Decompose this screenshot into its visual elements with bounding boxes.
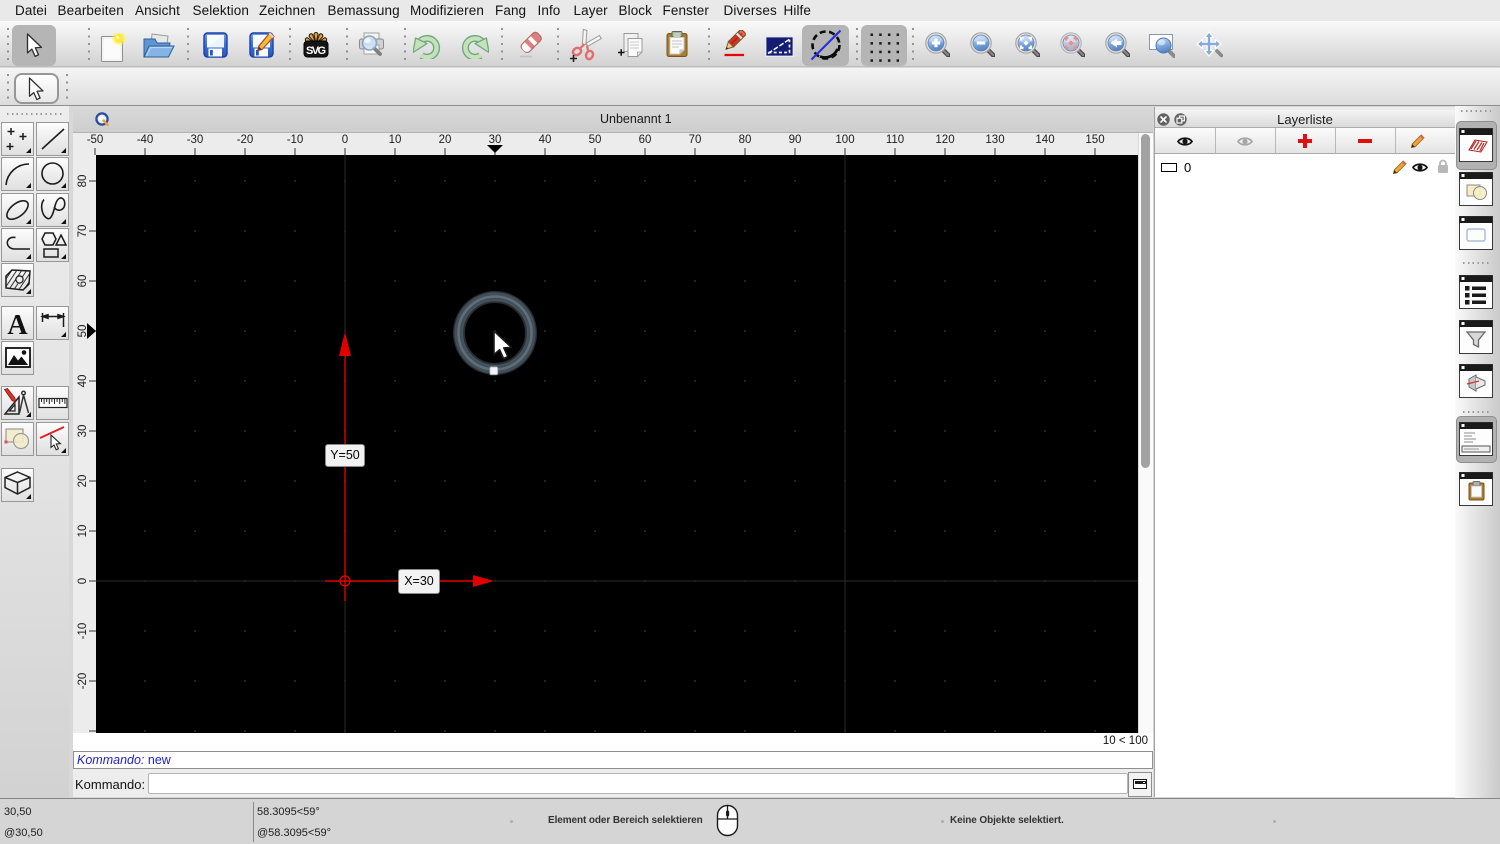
svg-text:SVG: SVG: [306, 45, 326, 57]
svg-text:A: A: [7, 310, 28, 339]
